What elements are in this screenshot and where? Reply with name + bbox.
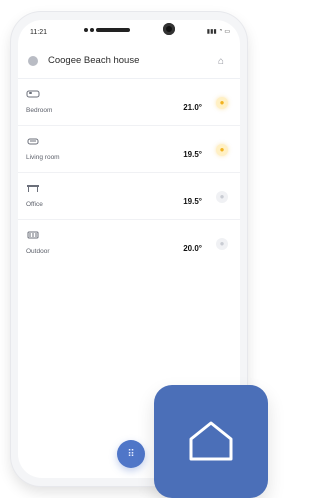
battery-icon: ▭ — [224, 29, 230, 35]
light-bulb-icon[interactable]: ● — [216, 238, 228, 250]
sofa-icon — [26, 136, 40, 146]
room-name: Outdoor — [26, 248, 50, 255]
room-temperature: 21.0° — [183, 103, 202, 112]
room-temperature: 20.0° — [183, 244, 202, 253]
phone-notch — [68, 20, 188, 40]
camera-icon — [163, 23, 175, 35]
light-bulb-icon[interactable]: ● — [216, 97, 228, 109]
sensor-dot — [84, 28, 88, 32]
room-row-bedroom[interactable]: Bedroom 21.0° ● — [18, 78, 240, 125]
wifi-icon: ◔ — [218, 28, 223, 34]
speaker-grille — [96, 28, 130, 32]
grid-icon: ⠿ — [127, 448, 135, 460]
home-icon — [189, 421, 233, 461]
room-row-living-room[interactable]: Living room 19.5° ● — [18, 125, 240, 172]
status-time: 11:21 — [30, 29, 47, 36]
room-name: Office — [26, 201, 43, 208]
light-bulb-icon[interactable]: ● — [216, 144, 228, 156]
room-temperature: 19.5° — [183, 197, 202, 206]
room-temperature: 19.5° — [183, 150, 202, 159]
outdoor-icon — [26, 230, 40, 240]
light-bulb-icon[interactable]: ● — [216, 191, 228, 203]
bed-icon — [26, 89, 40, 99]
room-row-outdoor[interactable]: Outdoor 20.0° ● — [18, 219, 240, 266]
room-name: Living room — [26, 154, 60, 161]
sensor-dot — [90, 28, 94, 32]
system-icons: ▮▮▮ ◔ ▭ — [207, 28, 230, 35]
home-app-badge — [154, 385, 268, 498]
app-header: Coogee Beach house ⌂ — [18, 50, 240, 74]
desk-icon — [26, 183, 40, 193]
settings-icon[interactable]: ⌂ — [218, 56, 228, 67]
status-bar: 11:21 ▮▮▮ ◔ ▭ — [18, 20, 240, 46]
home-title: Coogee Beach house — [48, 55, 140, 66]
avatar-icon[interactable] — [28, 56, 38, 66]
rooms-list: Bedroom 21.0° ● Living room 19.5° ● Offi… — [18, 78, 240, 266]
room-row-office[interactable]: Office 19.5° ● — [18, 172, 240, 219]
room-name: Bedroom — [26, 107, 53, 114]
signal-icon: ▮▮▮ — [206, 29, 217, 35]
grid-menu-button[interactable]: ⠿ — [117, 440, 145, 468]
